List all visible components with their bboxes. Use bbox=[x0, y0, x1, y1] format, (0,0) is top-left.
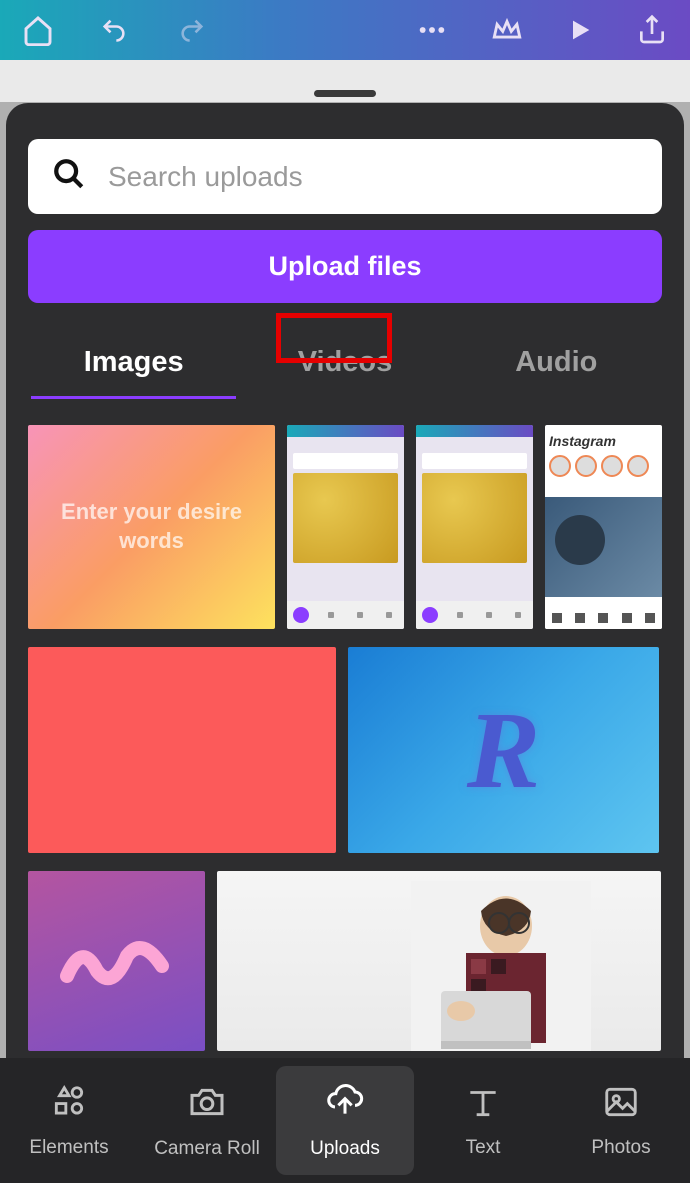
redo-icon[interactable] bbox=[174, 16, 210, 44]
thumbnail-text: Enter your desire words bbox=[28, 498, 275, 555]
tab-videos[interactable]: Videos bbox=[239, 327, 450, 397]
nav-label: Camera Roll bbox=[154, 1138, 260, 1160]
photo-icon bbox=[602, 1083, 640, 1127]
bottom-nav: Elements Camera Roll Uploads Text Photos bbox=[0, 1058, 690, 1183]
top-bar bbox=[0, 0, 690, 60]
nav-label: Photos bbox=[591, 1137, 650, 1159]
upload-thumbnail[interactable] bbox=[287, 425, 404, 629]
search-input[interactable] bbox=[108, 161, 638, 193]
upload-files-button[interactable]: Upload files bbox=[28, 230, 662, 303]
undo-icon[interactable] bbox=[96, 16, 132, 44]
upload-thumbnail[interactable]: R bbox=[348, 647, 659, 853]
nav-uploads[interactable]: Uploads bbox=[276, 1066, 414, 1175]
nav-label: Elements bbox=[29, 1137, 108, 1159]
nav-label: Text bbox=[466, 1137, 501, 1159]
shapes-icon bbox=[50, 1083, 88, 1127]
more-icon[interactable] bbox=[416, 14, 448, 46]
uploads-panel: Upload files Images Videos Audio Enter y… bbox=[6, 103, 684, 1183]
upload-thumbnail[interactable] bbox=[28, 647, 336, 853]
nav-elements[interactable]: Elements bbox=[0, 1058, 138, 1183]
search-box[interactable] bbox=[28, 139, 662, 214]
upload-thumbnail[interactable]: Enter your desire words bbox=[28, 425, 275, 629]
upload-thumbnail[interactable]: Instagram bbox=[545, 425, 662, 629]
nav-label: Uploads bbox=[310, 1138, 380, 1160]
home-icon[interactable] bbox=[22, 14, 54, 46]
nav-text[interactable]: Text bbox=[414, 1058, 552, 1183]
media-tabs: Images Videos Audio bbox=[28, 327, 662, 397]
nav-photos[interactable]: Photos bbox=[552, 1058, 690, 1183]
crown-icon[interactable] bbox=[490, 13, 524, 47]
cloud-upload-icon bbox=[325, 1082, 365, 1128]
upload-thumbnail[interactable] bbox=[217, 871, 661, 1051]
search-icon bbox=[52, 157, 86, 196]
thumbnail-letter: R bbox=[467, 687, 540, 814]
tab-images[interactable]: Images bbox=[28, 327, 239, 397]
thumbnail-brand: Instagram bbox=[549, 433, 658, 453]
upload-thumbnail[interactable] bbox=[28, 871, 205, 1051]
upload-thumbnail[interactable] bbox=[416, 425, 533, 629]
share-icon[interactable] bbox=[636, 14, 668, 46]
tab-audio[interactable]: Audio bbox=[451, 327, 662, 397]
camera-icon bbox=[187, 1082, 227, 1128]
text-icon bbox=[464, 1083, 502, 1127]
play-icon[interactable] bbox=[566, 16, 594, 44]
nav-camera-roll[interactable]: Camera Roll bbox=[138, 1058, 276, 1183]
drag-handle[interactable] bbox=[314, 90, 376, 97]
